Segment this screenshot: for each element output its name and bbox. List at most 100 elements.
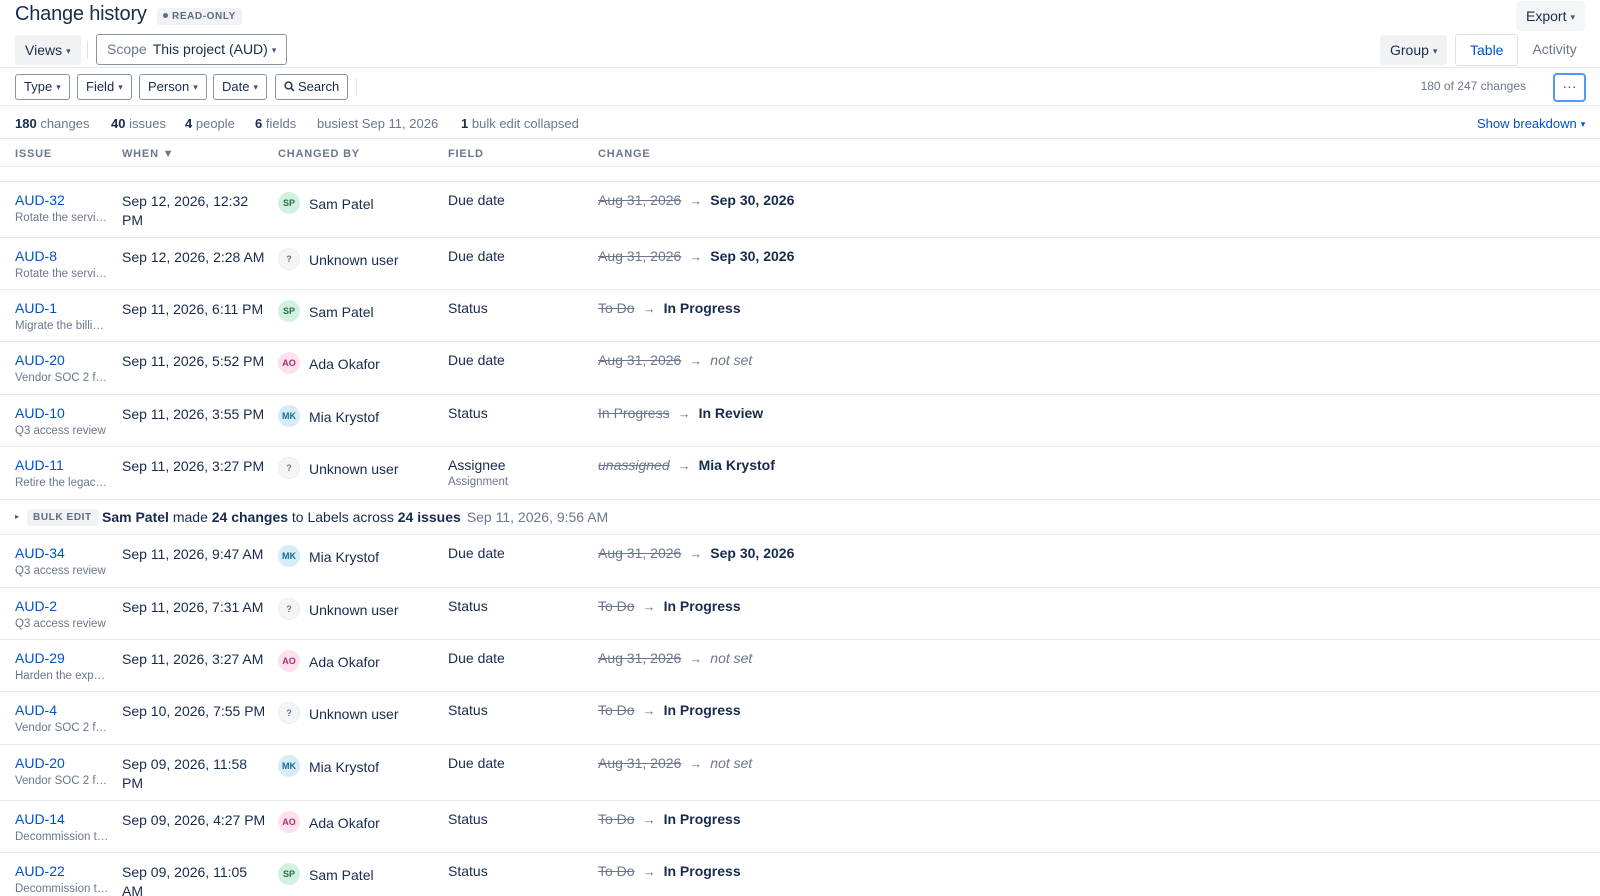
more-options-button[interactable]: ··· [1553,73,1586,102]
chevron-down-icon: ▾ [271,45,277,55]
column-field[interactable]: FIELD [448,148,484,160]
field-name: Due date [448,545,505,561]
bulk-edit-row[interactable]: ▸ BULK EDIT Sam Patel made 24 changes to L… [0,500,1600,535]
avatar: AO [278,650,300,672]
field-name: Status [448,405,488,421]
group-label: Group [1390,42,1429,58]
change-value: Aug 31, 2026 → not set [598,755,752,771]
search-label: Search [298,79,340,94]
breakdown-label: Show breakdown [1477,116,1577,131]
new-value: In Review [698,405,764,421]
new-value: Sep 30, 2026 [710,545,795,561]
change-value: To Do → In Progress [598,598,741,614]
change-value: Aug 31, 2026 → Sep 30, 2026 [598,545,794,561]
new-value: Sep 30, 2026 [710,192,795,208]
changed-by-name: Unknown user [309,602,399,618]
field-name: Assignee [448,457,506,473]
table-row[interactable]: AUD-1 Migrate the billing service Sep 11, … [0,290,1600,342]
change-value: Aug 31, 2026 → Sep 30, 2026 [598,192,794,208]
old-value: To Do [598,702,635,718]
change-timestamp: Sep 11, 2026, 6:11 PM [122,301,264,317]
page-header: Change history READ-ONLY Export ▾ Views ▾ … [0,0,1600,68]
issue-summary: Decommission the old cluster [15,883,110,895]
table-row[interactable]: AUD-8 Rotate the service credentials Sep 1… [0,238,1600,290]
tab-activity[interactable]: Activity [1518,34,1590,66]
show-breakdown-link[interactable]: Show breakdown ▾ [1477,116,1585,131]
filter-type-button[interactable]: Type ▾ [15,74,70,100]
table-row[interactable]: AUD-20 Vendor SOC 2 follow-up Sep 09, 2026… [0,745,1600,801]
table-row[interactable]: AUD-4 Vendor SOC 2 follow-up Sep 10, 2026,… [0,692,1600,745]
old-value: Aug 31, 2026 [598,352,682,368]
chevron-down-icon: ▾ [1432,46,1438,56]
issue-key-link[interactable]: AUD-14 [15,811,65,827]
old-value: unassigned [598,457,670,473]
avatar: ? [278,598,300,620]
chevron-down-icon: ▾ [1580,119,1586,129]
bulk-changes: 24 changes [211,509,289,525]
issue-key-link[interactable]: AUD-4 [15,702,57,718]
arrow-right-icon: → [689,193,703,208]
issue-key-link[interactable]: AUD-11 [15,457,64,473]
issue-summary: Rotate the service credentials [15,212,110,224]
table-row[interactable]: AUD-32 Rotate the service credentials Sep … [0,182,1600,238]
change-value: unassigned → Mia Krystof [598,457,775,473]
filter-person-button[interactable]: Person ▾ [139,74,207,100]
avatar: AO [278,352,300,374]
arrow-right-icon: → [642,703,656,718]
change-value: To Do → In Progress [598,702,741,718]
new-value: In Progress [663,863,741,879]
table-row[interactable]: AUD-20 Vendor SOC 2 follow-up Sep 11, 2026… [0,342,1600,395]
issue-key-link[interactable]: AUD-22 [15,863,65,879]
table-row[interactable]: AUD-11 Retire the legacy gateway Sep 11, 2… [0,447,1600,500]
avatar: SP [278,300,300,322]
field-name: Status [448,300,488,316]
old-value: Aug 31, 2026 [598,248,682,264]
column-when[interactable]: WHEN ▼ [122,148,174,160]
summary-bar: 180 changes 40 issues 4 people 6 fields … [0,106,1600,139]
table-header: ISSUE WHEN ▼ CHANGED BY FIELD CHANGE [0,139,1600,167]
export-button[interactable]: Export ▾ [1516,1,1585,31]
column-issue[interactable]: ISSUE [15,148,52,160]
column-change[interactable]: CHANGE [598,148,650,160]
change-value: Aug 31, 2026 → not set [598,352,752,368]
table-row[interactable]: AUD-29 Harden the export pipeline Sep 11, … [0,640,1600,692]
column-changed-by[interactable]: CHANGED BY [278,148,360,160]
tab-table[interactable]: Table [1455,34,1519,66]
issue-summary: Q3 access review [15,565,106,577]
changed-by-name: Sam Patel [309,304,374,320]
change-timestamp: Sep 11, 2026, 3:27 AM [122,651,264,667]
arrow-right-icon: → [689,546,703,561]
table-row[interactable]: AUD-10 Q3 access review Sep 11, 2026, 3:55… [0,395,1600,447]
issue-summary: Q3 access review [15,618,106,630]
table-row[interactable]: AUD-22 Decommission the old cluster Sep 09… [0,853,1600,896]
filter-field-button[interactable]: Field ▾ [77,74,132,100]
avatar: SP [278,192,300,214]
search-button[interactable]: Search [275,74,349,100]
issue-key-link[interactable]: AUD-8 [15,248,57,264]
issue-key-link[interactable]: AUD-29 [15,650,65,666]
issue-key-link[interactable]: AUD-20 [15,755,65,771]
old-value: Aug 31, 2026 [598,192,682,208]
dot-icon [163,13,168,18]
issue-key-link[interactable]: AUD-20 [15,352,65,368]
new-value: Mia Krystof [698,457,775,473]
expand-icon[interactable]: ▸ [15,512,19,521]
issue-key-link[interactable]: AUD-1 [15,300,57,316]
issue-key-link[interactable]: AUD-10 [15,405,65,421]
issue-key-link[interactable]: AUD-34 [15,545,65,561]
read-only-label: READ-ONLY [172,11,236,22]
views-button[interactable]: Views ▾ [15,35,81,65]
filter-date-button[interactable]: Date ▾ [213,74,267,100]
table-row[interactable]: AUD-14 Decommission the old cluster Sep 09… [0,801,1600,853]
change-timestamp: Sep 09, 2026, 11:05 AM [122,864,248,896]
issue-key-link[interactable]: AUD-2 [15,598,57,614]
divider [87,41,88,59]
arrow-right-icon: → [677,458,691,473]
table-row[interactable]: AUD-2 Q3 access review Sep 11, 2026, 7:31 … [0,588,1600,640]
table-row[interactable]: AUD-34 Q3 access review Sep 11, 2026, 9:47… [0,535,1600,588]
issue-summary: Vendor SOC 2 follow-up [15,372,110,384]
changed-by-name: Ada Okafor [309,654,380,670]
issue-key-link[interactable]: AUD-32 [15,192,65,208]
scope-select[interactable]: Scope This project (AUD) ▾ [96,34,288,65]
group-button[interactable]: Group ▾ [1380,35,1448,65]
